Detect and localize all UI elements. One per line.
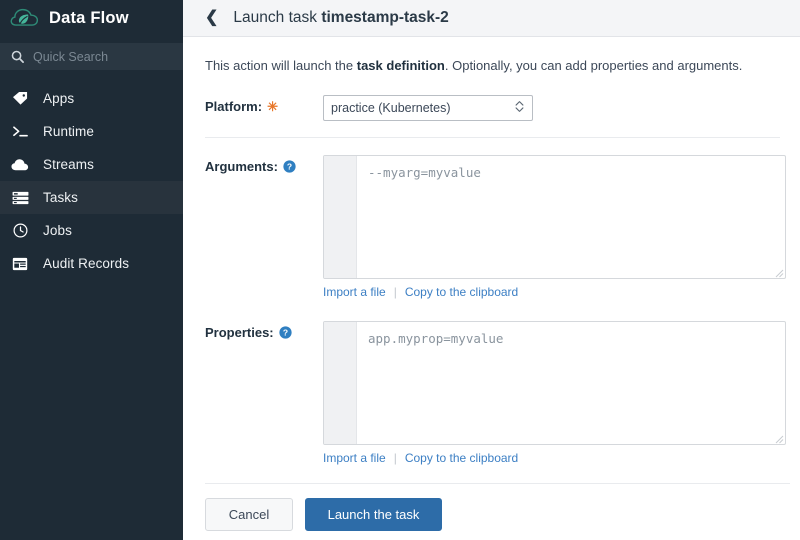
sidebar-item-label: Runtime	[43, 124, 94, 139]
svg-text:?: ?	[287, 161, 292, 171]
arguments-row: Arguments: ? --myarg=myvalue Import a fi…	[205, 154, 790, 299]
search-icon	[11, 50, 24, 63]
properties-row: Properties: ? app.myprop=myvalue Import …	[205, 320, 790, 465]
spring-leaf-cloud-logo-icon	[10, 6, 40, 30]
search-container	[0, 36, 183, 70]
sidebar: Data Flow Quick Search Apps Runtime Stre…	[0, 0, 183, 540]
arguments-label-group: Arguments: ?	[205, 155, 323, 174]
cancel-button[interactable]: Cancel	[205, 498, 293, 531]
brand[interactable]: Data Flow	[0, 0, 183, 36]
sidebar-item-audit-records[interactable]: Audit Records	[0, 247, 183, 280]
platform-row: Platform: ✳ practice (Kubernetes)	[205, 94, 790, 121]
arguments-links: Import a file | Copy to the clipboard	[323, 285, 786, 299]
arguments-label: Arguments:	[205, 158, 278, 174]
server-icon	[10, 189, 30, 207]
sidebar-item-streams[interactable]: Streams	[0, 148, 183, 181]
arguments-editor[interactable]	[323, 154, 786, 279]
page-title: Launch task timestamp-task-2	[233, 9, 448, 27]
clock-icon	[10, 222, 30, 240]
properties-field: Import a file | Copy to the clipboard	[323, 320, 786, 465]
help-circle-icon[interactable]: ?	[279, 325, 292, 339]
sidebar-item-runtime[interactable]: Runtime	[0, 115, 183, 148]
svg-text:?: ?	[283, 327, 288, 337]
required-asterisk-icon: ✳	[267, 98, 278, 114]
intro-before: This action will launch the	[205, 58, 357, 73]
properties-links: Import a file | Copy to the clipboard	[323, 451, 786, 465]
window-icon	[10, 255, 30, 273]
platform-label-group: Platform: ✳	[205, 95, 323, 114]
intro-text: This action will launch the task definit…	[205, 56, 790, 76]
sidebar-item-label: Audit Records	[43, 256, 130, 271]
chevron-left-icon[interactable]: ❮	[205, 10, 218, 26]
sidebar-item-label: Streams	[43, 157, 94, 172]
arguments-textarea[interactable]	[358, 155, 785, 278]
quick-search-box[interactable]	[0, 43, 183, 70]
page-title-prefix: Launch task	[233, 9, 322, 26]
platform-select-wrap: practice (Kubernetes)	[323, 94, 533, 121]
properties-copy-link[interactable]: Copy to the clipboard	[405, 451, 518, 465]
properties-textarea[interactable]	[358, 321, 785, 444]
launch-task-button[interactable]: Launch the task	[305, 498, 442, 531]
form-actions: Cancel Launch the task	[205, 498, 442, 531]
app-root: Data Flow Quick Search Apps Runtime Stre…	[0, 0, 800, 540]
section-divider	[205, 136, 780, 138]
cloud-icon	[10, 156, 30, 174]
platform-label: Platform:	[205, 98, 263, 114]
arguments-gutter	[324, 155, 357, 278]
intro-bold: task definition	[356, 58, 445, 73]
search-input[interactable]	[33, 49, 163, 64]
sidebar-item-tasks[interactable]: Tasks	[0, 181, 183, 214]
page-header: ❮ Launch task timestamp-task-2	[183, 0, 800, 37]
sidebar-item-label: Tasks	[43, 190, 79, 205]
arguments-field: Import a file | Copy to the clipboard	[323, 154, 786, 299]
properties-label-group: Properties: ?	[205, 321, 323, 340]
platform-select[interactable]: practice (Kubernetes)	[323, 94, 533, 121]
sidebar-item-apps[interactable]: Apps	[0, 82, 183, 115]
brand-title: Data Flow	[49, 8, 129, 27]
properties-import-link[interactable]: Import a file	[323, 451, 386, 465]
arguments-copy-link[interactable]: Copy to the clipboard	[405, 285, 518, 299]
properties-editor[interactable]	[323, 320, 786, 445]
intro-after: . Optionally, you can add properties and…	[444, 58, 743, 73]
links-separator: |	[393, 450, 397, 465]
help-circle-icon[interactable]: ?	[283, 159, 296, 173]
tag-icon	[10, 90, 30, 108]
sidebar-item-label: Jobs	[43, 223, 72, 238]
properties-label: Properties:	[205, 324, 274, 340]
arguments-import-link[interactable]: Import a file	[323, 285, 386, 299]
links-separator: |	[393, 284, 397, 299]
sidebar-nav: Apps Runtime Streams Tasks Jobs Audit Re…	[0, 82, 183, 280]
form-content: This action will launch the task definit…	[183, 37, 800, 465]
footer-divider	[205, 483, 790, 484]
main-panel: ❮ Launch task timestamp-task-2 This acti…	[183, 0, 800, 540]
sidebar-item-jobs[interactable]: Jobs	[0, 214, 183, 247]
page-title-task-name: timestamp-task-2	[321, 9, 449, 26]
sidebar-item-label: Apps	[43, 91, 75, 106]
terminal-icon	[10, 123, 30, 141]
properties-gutter	[324, 321, 357, 444]
